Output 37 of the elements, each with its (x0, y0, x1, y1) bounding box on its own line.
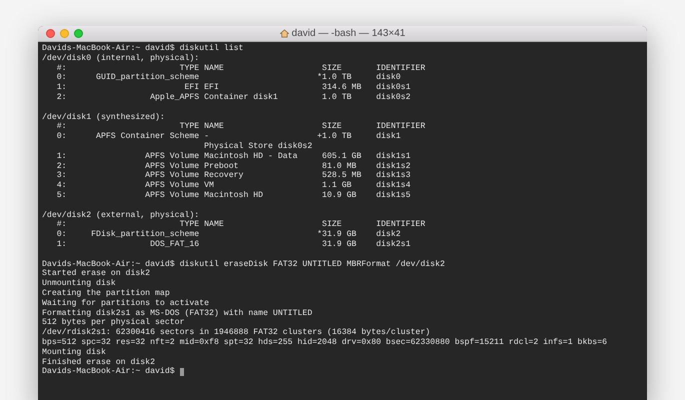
terminal-line: #: TYPE NAME SIZE IDENTIFIER (56, 64, 426, 73)
terminal-line: /dev/disk2 (external, physical): (42, 210, 200, 220)
terminal-line: 0: GUID_partition_scheme *1.0 TB disk0 (56, 73, 401, 83)
terminal-line: 2: Apple_APFS Container disk1 1.0 TB disk0s2 (56, 92, 410, 103)
terminal-line: Physical Store disk0s2 (203, 142, 312, 152)
terminal-line: 5: APFS Volume Macintosh HD 10.9 GB disk1s5 (56, 190, 410, 201)
minimize-button[interactable] (60, 29, 69, 38)
terminal-line: Mounting disk (42, 348, 106, 358)
terminal-line: #: TYPE NAME SIZE IDENTIFIER (56, 122, 426, 132)
terminal-prompt: Davids-MacBook-Air:~ david$ (42, 367, 175, 378)
terminal-line: 0: FDisk_partition_scheme *31.9 GB disk2 (56, 230, 401, 240)
window-title: david — -bash — 143×41 (292, 28, 406, 38)
terminal-line: Waiting for partitions to activate (42, 298, 210, 309)
terminal-line: 4: APFS Volume VM 1.1 GB disk1s4 (56, 181, 410, 191)
terminal-line: Davids-MacBook-Air:~ david$ diskutil eraseDisk FAT32 UNTITLED MBRFormat /dev/disk2 (42, 260, 445, 269)
terminal-line: 512 bytes per physical sector (42, 318, 184, 328)
terminal-line: /dev/rdisk2s1: 62300416 sectors in 1946888 FAT32 clusters (16384 bytes/cluster) (42, 328, 430, 338)
terminal-line: /dev/disk1 (synthesized): (42, 112, 165, 122)
home-icon (280, 29, 289, 38)
terminal-line: 1: DOS_FAT_16 31.9 GB disk2s1 (56, 240, 410, 250)
terminal-line: Creating the partition map (42, 288, 170, 299)
terminal-line: Formatting disk2s1 as MS-DOS (FAT32) with name UNTITLED (42, 308, 312, 318)
zoom-button[interactable] (74, 29, 83, 38)
close-button[interactable] (46, 29, 55, 38)
terminal-line: 3: APFS Volume Recovery 528.5 MB disk1s3 (56, 171, 410, 181)
terminal-line: Unmounting disk (42, 279, 116, 289)
terminal-line: Started erase on disk2 (42, 269, 150, 279)
terminal-line: 1: EFI EFI 314.6 MB disk0s1 (56, 83, 410, 93)
terminal-line: #: TYPE NAME SIZE IDENTIFIER (56, 220, 426, 230)
terminal-line: Davids-MacBook-Air:~ david$ diskutil list (42, 44, 244, 54)
terminal-line: bps=512 spc=32 res=32 nft=2 mid=0xf8 spt=32 hds=255 hid=2048 drv=0x80 bsec=62330880 bspf=15211 rdcl=2 infs=1 bkbs=6 (42, 338, 608, 348)
text-cursor (180, 368, 184, 376)
terminal-line: /dev/disk0 (internal, physical): (42, 54, 200, 64)
terminal-line: 1: APFS Volume Macintosh HD - Data 605.1 GB disk1s1 (56, 152, 410, 162)
terminal-line: Finished erase on disk2 (42, 358, 156, 367)
terminal-line: 2: APFS Volume Preboot 81.0 MB disk1s2 (56, 162, 410, 171)
terminal-line: 0: APFS Container Scheme - +1.0 TB disk1 (56, 132, 401, 142)
